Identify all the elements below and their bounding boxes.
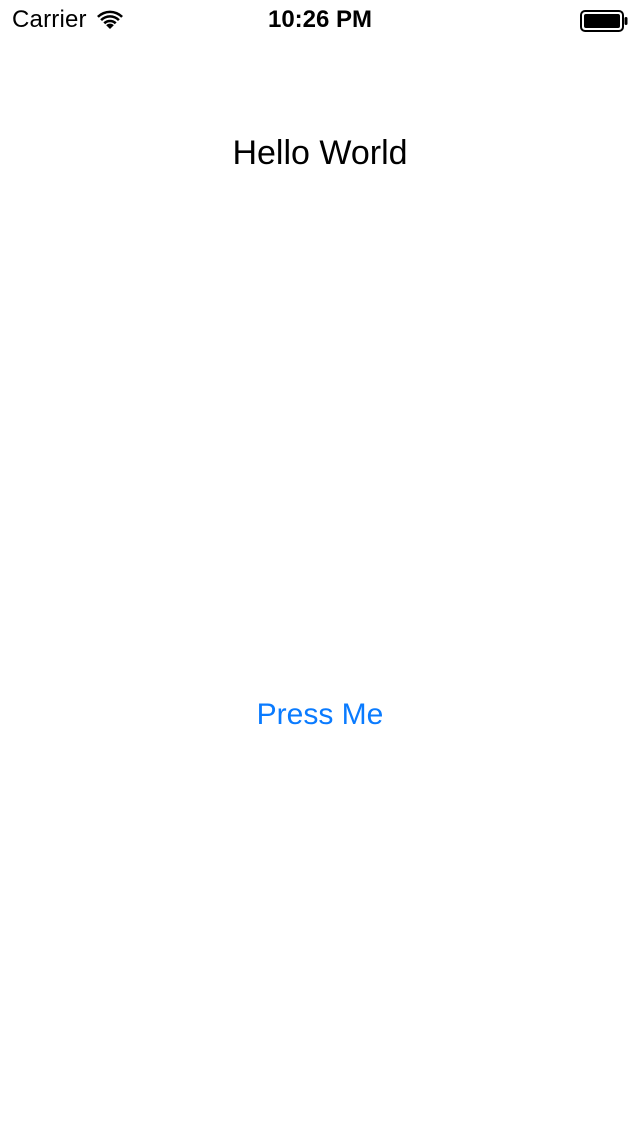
status-time: 10:26 PM (267, 6, 373, 33)
app-screen: Carrier 10:26 PM Hello World Press Me (0, 0, 640, 1136)
status-bar: Carrier 10:26 PM (0, 0, 640, 40)
press-me-button[interactable]: Press Me (220, 694, 420, 736)
battery-icon (580, 10, 628, 32)
hello-label: Hello World (232, 134, 408, 172)
